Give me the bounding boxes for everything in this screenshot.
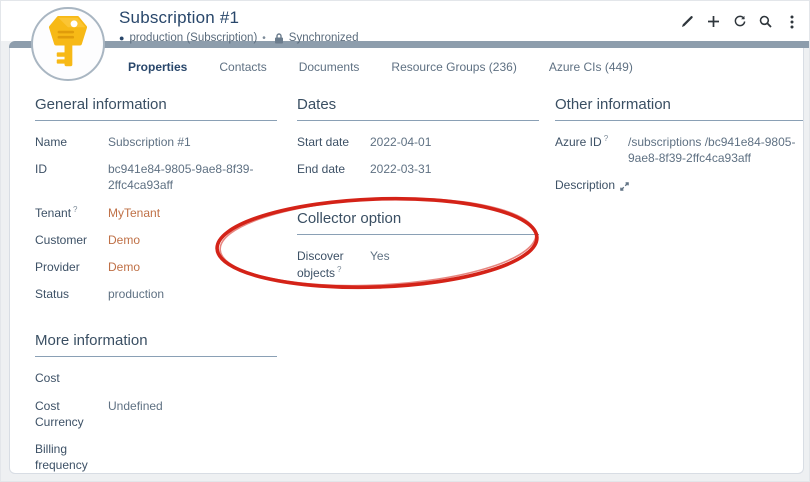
separator-dot: • (262, 33, 266, 44)
column-dates: Dates Start date 2022-04-01 End date 202… (297, 96, 539, 292)
field-value: Undefined (107, 398, 277, 430)
field-billing-frequency: Billing frequency (35, 441, 277, 473)
field-value: bc941e84-9805-9ae8-8f39-2ffc4ca93aff (107, 161, 277, 193)
section-other-information: Other information Azure ID? /subscriptio… (555, 96, 803, 194)
field-value: 2022-04-01 (369, 134, 539, 150)
field-label: Azure ID? (555, 134, 627, 166)
column-general: General information Name Subscription #1… (35, 96, 277, 482)
field-name: Name Subscription #1 (35, 134, 277, 150)
field-value: production (107, 286, 277, 302)
field-label: Start date (297, 134, 369, 150)
tab-properties[interactable]: Properties (128, 56, 187, 78)
field-value: Subscription #1 (107, 134, 277, 150)
section-title: Dates (297, 96, 539, 121)
status-line: ● production (Subscription) • Synchroniz… (119, 32, 358, 44)
field-status: Status production (35, 286, 277, 302)
field-provider: Provider Demo (35, 259, 277, 275)
field-value: 2022-03-31 (369, 161, 539, 177)
section-title: General information (35, 96, 277, 121)
field-label: Cost Currency (35, 398, 107, 430)
search-icon[interactable] (758, 14, 773, 29)
field-customer: Customer Demo (35, 232, 277, 248)
section-dates: Dates Start date 2022-04-01 End date 202… (297, 96, 539, 177)
content-card: Properties Contacts Documents Resource G… (9, 48, 804, 474)
field-value (107, 370, 277, 386)
field-start-date: Start date 2022-04-01 (297, 134, 539, 150)
field-azure-id: Azure ID? /subscriptions /bc941e84-9805-… (555, 134, 803, 166)
field-cost-currency: Cost Currency Undefined (35, 398, 277, 430)
sync-label: Synchronized (289, 32, 359, 44)
avatar (31, 7, 105, 81)
field-end-date: End date 2022-03-31 (297, 161, 539, 177)
field-label: Tenant? (35, 205, 107, 221)
pencil-icon[interactable] (680, 14, 695, 29)
tenant-link[interactable]: MyTenant (107, 205, 277, 221)
customer-link[interactable]: Demo (107, 232, 277, 248)
section-title: Other information (555, 96, 803, 121)
tab-resource-groups[interactable]: Resource Groups (236) (391, 56, 516, 78)
field-label: Customer (35, 232, 107, 248)
status-text: production (Subscription) (129, 32, 257, 44)
plus-icon[interactable] (706, 14, 721, 29)
field-label: Provider (35, 259, 107, 275)
header: Subscription #1 ● production (Subscripti… (119, 8, 358, 44)
help-mark: ? (604, 134, 608, 143)
field-label: Discover objects? (297, 248, 369, 280)
field-label: Status (35, 286, 107, 302)
subscription-detail-page: Subscription #1 ● production (Subscripti… (0, 0, 810, 482)
section-more-information: More information Cost Cost Currency Unde… (35, 332, 277, 473)
section-general-information: General information Name Subscription #1… (35, 96, 277, 302)
tab-azure-cis[interactable]: Azure CIs (449) (549, 56, 633, 78)
field-label: Cost (35, 370, 107, 386)
refresh-icon[interactable] (732, 14, 747, 29)
field-value (107, 441, 277, 473)
kebab-menu-icon[interactable] (784, 14, 799, 29)
page-title: Subscription #1 (119, 8, 358, 28)
section-title: More information (35, 332, 277, 357)
field-label: End date (297, 161, 369, 177)
field-description: Description (555, 177, 803, 193)
field-label: ID (35, 161, 107, 193)
field-id: ID bc941e84-9805-9ae8-8f39-2ffc4ca93aff (35, 161, 277, 193)
section-collector-option: Collector option Discover objects? Yes (297, 210, 539, 280)
help-mark: ? (73, 205, 77, 214)
toolbar (680, 14, 799, 29)
key-icon (46, 16, 90, 73)
field-value (629, 177, 803, 193)
field-discover-objects: Discover objects? Yes (297, 248, 539, 280)
help-mark: ? (337, 265, 341, 274)
section-title: Collector option (297, 210, 539, 235)
field-tenant: Tenant? MyTenant (35, 205, 277, 221)
field-label: Name (35, 134, 107, 150)
tab-contacts[interactable]: Contacts (219, 56, 266, 78)
column-other: Other information Azure ID? /subscriptio… (555, 96, 803, 205)
provider-link[interactable]: Demo (107, 259, 277, 275)
tab-bar: Properties Contacts Documents Resource G… (128, 56, 633, 78)
tab-documents[interactable]: Documents (299, 56, 360, 78)
expand-icon[interactable] (620, 182, 629, 191)
field-value: Yes (369, 248, 539, 280)
lock-icon (274, 33, 284, 44)
field-label: Billing frequency (35, 441, 107, 473)
field-value: /subscriptions /bc941e84-9805-9ae8-8f39-… (627, 134, 803, 166)
status-dot-icon: ● (119, 34, 124, 43)
field-label: Description (555, 177, 629, 193)
field-cost: Cost (35, 370, 277, 386)
